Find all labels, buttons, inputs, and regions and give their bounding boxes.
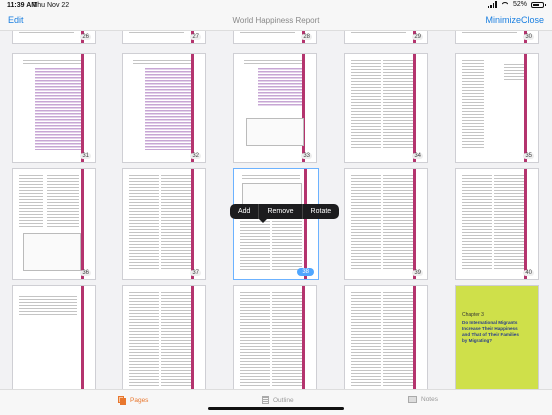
page-thumbnail[interactable]: 30: [455, 31, 539, 44]
tab-notes-label: Notes: [421, 396, 438, 403]
menu-pointer: [259, 219, 267, 223]
page-thumbnail[interactable]: 35: [455, 53, 539, 163]
pages-icon: [118, 396, 126, 405]
rotate-menu-item[interactable]: Rotate: [303, 204, 340, 219]
page-thumbnail[interactable]: 32: [122, 53, 206, 163]
page-thumbnail[interactable]: [344, 285, 428, 389]
page-number: 26: [80, 34, 91, 40]
wifi-icon: [501, 2, 509, 8]
nav-bar: Edit World Happiness Report Minimize Clo…: [0, 12, 552, 31]
remove-menu-item[interactable]: Remove: [259, 204, 301, 219]
page-number: 39: [412, 270, 423, 276]
page-number: 37: [190, 270, 201, 276]
page-context-menu: Add Remove Rotate: [230, 204, 340, 223]
page-number: 34: [412, 153, 423, 159]
outline-icon: [262, 396, 269, 404]
tab-notes[interactable]: Notes: [408, 396, 438, 403]
page-number: 31: [80, 153, 91, 159]
page-thumbnail[interactable]: 27: [122, 31, 206, 44]
cover-heading: Do International Migrants Increase Their…: [462, 320, 519, 343]
document-title: World Happiness Report: [232, 16, 320, 25]
page-number: 28: [301, 34, 312, 40]
close-button[interactable]: Close: [521, 15, 544, 25]
page-thumbnail[interactable]: 26: [12, 31, 96, 44]
status-date: Thu Nov 22: [33, 2, 70, 9]
add-menu-item[interactable]: Add: [230, 204, 258, 219]
page-thumbnail[interactable]: [122, 285, 206, 389]
notes-icon: [408, 396, 417, 403]
page-thumbnail[interactable]: 40: [455, 168, 539, 280]
tab-pages[interactable]: Pages: [118, 396, 148, 405]
page-thumbnail[interactable]: 28: [233, 31, 317, 44]
page-number: 29: [412, 34, 423, 40]
cover-chapter: Chapter 3: [462, 312, 484, 318]
page-thumbnail[interactable]: 33: [233, 53, 317, 163]
page-number: 30: [523, 34, 534, 40]
signal-icon: [487, 1, 497, 8]
page-thumbnail-cover[interactable]: Chapter 3 Do International Migrants Incr…: [455, 285, 539, 389]
page-thumbnail[interactable]: 31: [12, 53, 96, 163]
status-bar: 11:39 AM Thu Nov 22 52%: [0, 0, 552, 12]
page-thumbnail[interactable]: 39: [344, 168, 428, 280]
page-number: 40: [523, 270, 534, 276]
page-number: 36: [80, 270, 91, 276]
page-thumbnail[interactable]: [233, 285, 317, 389]
tab-pages-label: Pages: [130, 397, 149, 404]
page-thumbnail-selected[interactable]: 38: [233, 168, 319, 280]
page-number: 32: [190, 153, 201, 159]
tab-outline-label: Outline: [273, 396, 294, 404]
page-number: 38: [297, 268, 314, 276]
page-thumbnail[interactable]: [12, 285, 96, 389]
tab-outline[interactable]: Outline: [262, 396, 294, 404]
page-thumbnail[interactable]: 29: [344, 31, 428, 44]
status-indicators: 52%: [487, 1, 546, 8]
page-number: 35: [523, 153, 534, 159]
page-thumbnail[interactable]: 34: [344, 53, 428, 163]
page-thumbnail[interactable]: 36: [12, 168, 96, 280]
page-number: 33: [301, 153, 312, 159]
battery-percent: 52%: [512, 1, 527, 8]
page-thumbnail[interactable]: 37: [122, 168, 206, 280]
home-indicator[interactable]: [208, 407, 344, 410]
minimize-button[interactable]: Minimize: [485, 15, 521, 25]
bottom-toolbar: Pages Outline Notes: [0, 389, 552, 415]
page-number: 27: [190, 34, 201, 40]
battery-icon: [531, 1, 546, 8]
